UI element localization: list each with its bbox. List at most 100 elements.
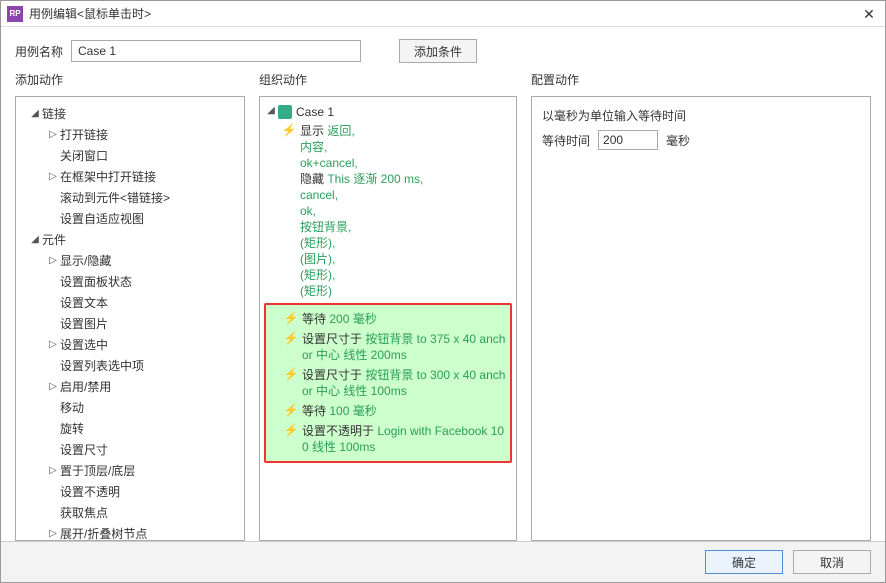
caret-right-icon: ▷ (48, 465, 58, 476)
tree-item[interactable]: 设置面板状态 (20, 271, 240, 292)
tree-item-label: 设置不透明 (60, 483, 120, 500)
action-text: 等待 100 毫秒 (302, 403, 506, 419)
action-text: 等待 200 毫秒 (302, 311, 506, 327)
action-tree: ◢ 链接 ▷打开链接关闭窗口▷在框架中打开链接滚动到元件<错链接>设置自适应视图… (16, 97, 244, 541)
action-row[interactable]: ⚡ 设置尺寸于 按钮背景 to 375 x 40 anchor 中心 线性 200… (268, 329, 508, 365)
tree-item[interactable]: 获取焦点 (20, 502, 240, 523)
tree-item-label: 置于顶层/底层 (60, 462, 135, 479)
tree-item[interactable]: 设置尺寸 (20, 439, 240, 460)
action-row[interactable]: ⚡ 设置尺寸于 按钮背景 to 300 x 40 anchor 中心 线性 100… (268, 365, 508, 401)
wait-time-input[interactable] (598, 130, 658, 150)
titlebar: RP 用例编辑<鼠标单击时> ✕ (1, 1, 885, 27)
add-condition-button[interactable]: 添加条件 (399, 39, 477, 63)
tree-item-label: 显示/隐藏 (60, 252, 111, 269)
tree-item[interactable]: 设置图片 (20, 313, 240, 334)
action-row[interactable]: ⚡ 设置不透明于 Login with Facebook 100 线性 100ms (268, 421, 508, 457)
caret-down-icon: ◢ (30, 234, 40, 245)
close-icon[interactable]: ✕ (859, 4, 879, 24)
bolt-icon: ⚡ (284, 423, 298, 437)
tree-item-label: 设置自适应视图 (60, 210, 144, 227)
action-text: 显示 返回,内容,ok+cancel,隐藏 This 逐渐 200 ms,can… (300, 123, 510, 299)
caret-down-icon: ◢ (266, 105, 276, 116)
organize-tree: ◢ Case 1 ⚡ 显示 返回,内容,ok+cancel,隐藏 This 逐渐… (260, 97, 516, 471)
tree-item-label: 关闭窗口 (60, 147, 108, 164)
tree-item-label: 设置图片 (60, 315, 108, 332)
tree-item-label: 启用/禁用 (60, 378, 111, 395)
tree-item-label: 滚动到元件<错链接> (60, 189, 170, 206)
tree-item[interactable]: ▷展开/折叠树节点 (20, 523, 240, 541)
caret-right-icon: ▷ (48, 171, 58, 182)
action-row[interactable]: ⚡ 等待 100 毫秒 (268, 401, 508, 421)
window-title: 用例编辑<鼠标单击时> (29, 5, 859, 22)
tree-item[interactable]: ▷设置选中 (20, 334, 240, 355)
tree-item-label: 获取焦点 (60, 504, 108, 521)
caret-right-icon: ▷ (48, 255, 58, 266)
tree-item-label: 设置面板状态 (60, 273, 132, 290)
tree-item[interactable]: ▷启用/禁用 (20, 376, 240, 397)
tree-item-label: 打开链接 (60, 126, 108, 143)
caret-right-icon: ▷ (48, 129, 58, 140)
case-icon (278, 105, 292, 119)
wait-time-unit: 毫秒 (666, 132, 690, 149)
tree-group-label: 链接 (42, 105, 66, 122)
caret-right-icon: ▷ (48, 339, 58, 350)
bolt-icon: ⚡ (284, 331, 298, 345)
tree-item-label: 设置尺寸 (60, 441, 108, 458)
highlighted-actions: ⚡ 等待 200 毫秒 ⚡ 设置尺寸于 按钮背景 to 375 x 40 anchor… (264, 303, 512, 463)
tree-item[interactable]: 设置自适应视图 (20, 208, 240, 229)
tree-item-label: 旋转 (60, 420, 84, 437)
cancel-button[interactable]: 取消 (793, 550, 871, 574)
bolt-icon: ⚡ (284, 403, 298, 417)
bolt-icon: ⚡ (284, 311, 298, 325)
add-action-label: 添加动作 (15, 71, 245, 88)
case-name-row: 用例名称 添加条件 (1, 27, 885, 71)
action-row[interactable]: ⚡ 等待 200 毫秒 (268, 309, 508, 329)
tree-group-label: 元件 (42, 231, 66, 248)
config-action-label: 配置动作 (531, 71, 871, 88)
dialog-footer: 确定 取消 (1, 541, 885, 582)
action-text: 设置尺寸于 按钮背景 to 300 x 40 anchor 中心 线性 100m… (302, 367, 506, 399)
tree-item[interactable]: 滚动到元件<错链接> (20, 187, 240, 208)
tree-item-label: 设置选中 (60, 336, 108, 353)
action-library-panel[interactable]: ◢ 链接 ▷打开链接关闭窗口▷在框架中打开链接滚动到元件<错链接>设置自适应视图… (15, 96, 245, 541)
tree-item[interactable]: 移动 (20, 397, 240, 418)
tree-item-label: 在框架中打开链接 (60, 168, 156, 185)
case-node[interactable]: ◢ Case 1 (264, 103, 512, 121)
tree-item[interactable]: ▷置于顶层/底层 (20, 460, 240, 481)
tree-item-label: 设置列表选中项 (60, 357, 144, 374)
case-editor-dialog: RP 用例编辑<鼠标单击时> ✕ 用例名称 添加条件 添加动作 组织动作 配置动… (0, 0, 886, 583)
case-node-label: Case 1 (296, 105, 334, 119)
tree-item[interactable]: 设置不透明 (20, 481, 240, 502)
tree-item-label: 设置文本 (60, 294, 108, 311)
app-icon: RP (7, 6, 23, 22)
tree-item-label: 展开/折叠树节点 (60, 525, 147, 541)
tree-item[interactable]: 关闭窗口 (20, 145, 240, 166)
bolt-icon: ⚡ (282, 123, 296, 137)
caret-right-icon: ▷ (48, 528, 58, 539)
section-headers: 添加动作 组织动作 配置动作 (1, 71, 885, 96)
organize-actions-panel[interactable]: ◢ Case 1 ⚡ 显示 返回,内容,ok+cancel,隐藏 This 逐渐… (259, 96, 517, 541)
case-name-input[interactable] (71, 40, 361, 62)
panels-row: ◢ 链接 ▷打开链接关闭窗口▷在框架中打开链接滚动到元件<错链接>设置自适应视图… (1, 96, 885, 541)
case-name-label: 用例名称 (15, 43, 63, 60)
tree-group-widgets[interactable]: ◢ 元件 (20, 229, 240, 250)
config-heading: 以毫秒为单位输入等待时间 (542, 107, 860, 124)
bolt-icon: ⚡ (284, 367, 298, 381)
configure-action-panel: 以毫秒为单位输入等待时间 等待时间 毫秒 (531, 96, 871, 541)
tree-item-label: 移动 (60, 399, 84, 416)
caret-right-icon: ▷ (48, 381, 58, 392)
tree-group-links[interactable]: ◢ 链接 (20, 103, 240, 124)
ok-button[interactable]: 确定 (705, 550, 783, 574)
tree-item[interactable]: ▷在框架中打开链接 (20, 166, 240, 187)
action-text: 设置尺寸于 按钮背景 to 375 x 40 anchor 中心 线性 200m… (302, 331, 506, 363)
tree-item[interactable]: 设置列表选中项 (20, 355, 240, 376)
tree-item[interactable]: 旋转 (20, 418, 240, 439)
tree-item[interactable]: ▷显示/隐藏 (20, 250, 240, 271)
caret-down-icon: ◢ (30, 108, 40, 119)
action-text: 设置不透明于 Login with Facebook 100 线性 100ms (302, 423, 506, 455)
tree-item[interactable]: 设置文本 (20, 292, 240, 313)
tree-item[interactable]: ▷打开链接 (20, 124, 240, 145)
wait-time-label: 等待时间 (542, 132, 590, 149)
action-row[interactable]: ⚡ 显示 返回,内容,ok+cancel,隐藏 This 逐渐 200 ms,c… (264, 121, 512, 301)
organize-action-label: 组织动作 (259, 71, 517, 88)
